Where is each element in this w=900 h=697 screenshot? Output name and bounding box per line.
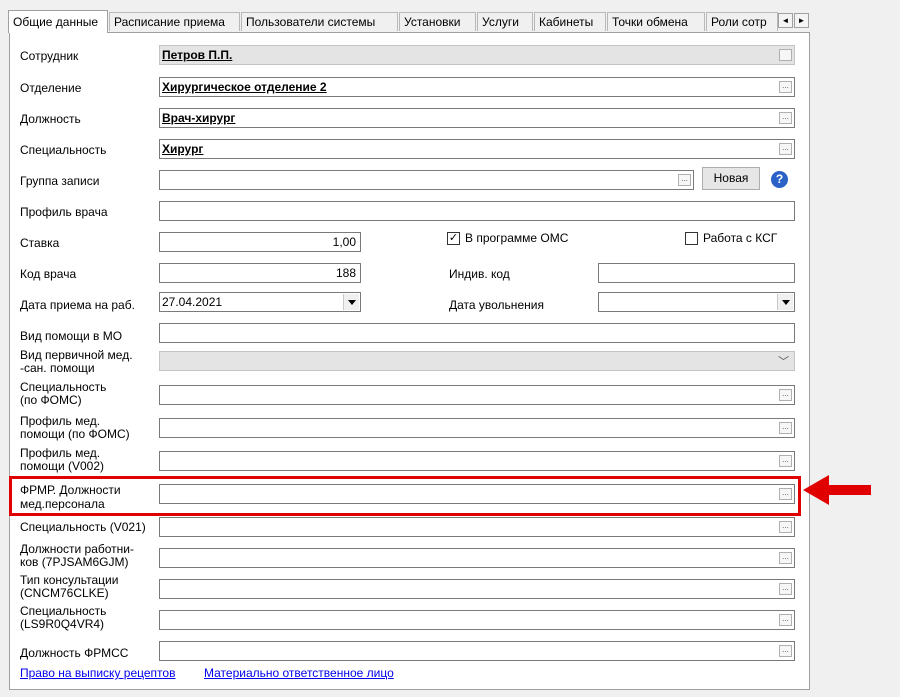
specialty-lookup-button[interactable]: ... [779, 143, 792, 155]
position-value: Врач-хирург [162, 111, 236, 125]
specialty-foms-field[interactable]: ... [159, 385, 795, 405]
doctor-code-label: Код врача [20, 267, 77, 281]
consultation-type-field[interactable]: ... [159, 579, 795, 599]
doctor-code-field[interactable]: 188 [159, 263, 361, 283]
oms-checkbox-label: В программе ОМС [465, 231, 569, 245]
general-data-panel: Сотрудник Петров П.П. Отделение Хирургич… [9, 32, 810, 690]
employee-value: Петров П.П. [162, 48, 233, 62]
aid-type-mo-label: Вид помощи в МО [20, 329, 123, 343]
specialty-ls9-label-line2: (LS9R0Q4VR4) [20, 617, 105, 631]
doctor-profile-field[interactable] [159, 201, 795, 221]
tab-schedule[interactable]: Расписание приема [109, 12, 240, 31]
specialty-ls9-lookup-button[interactable]: ... [779, 614, 792, 626]
primary-aid-type-select[interactable]: ﹀ [159, 351, 795, 371]
primary-aid-type-label-line2: -сан. помощи [20, 361, 95, 375]
department-lookup-button[interactable]: ... [779, 81, 792, 93]
doctor-profile-label: Профиль врача [20, 205, 108, 219]
doctor-code-value: 188 [335, 266, 356, 280]
dismissal-date-field[interactable] [598, 292, 795, 312]
frmr-position-lookup-button[interactable]: ... [779, 488, 792, 500]
hire-date-dropdown-icon[interactable] [343, 294, 359, 310]
new-button[interactable]: Новая [702, 167, 760, 190]
chevron-down-icon[interactable]: ﹀ [778, 353, 789, 369]
record-group-lookup-button[interactable]: ... [678, 174, 691, 186]
department-label: Отделение [20, 81, 82, 95]
help-icon[interactable]: ? [771, 171, 788, 188]
consultation-type-label-line2: (CNCM76CLKE) [20, 586, 109, 600]
department-field[interactable]: Хирургическое отделение 2 ... [159, 77, 795, 97]
employee-lookup-button[interactable] [779, 49, 792, 61]
tab-employee-roles[interactable]: Роли сотр [706, 12, 778, 31]
frmr-position-field[interactable]: ... [159, 484, 795, 504]
position-field[interactable]: Врач-хирург ... [159, 108, 795, 128]
aid-type-mo-field[interactable] [159, 323, 795, 343]
rate-label: Ставка [20, 236, 60, 250]
frmr-position-label-line2: мед.персонала [20, 497, 105, 511]
responsible-person-link[interactable]: Материально ответственное лицо [204, 666, 394, 680]
worker-positions-lookup-button[interactable]: ... [779, 552, 792, 564]
hire-date-value: 27.04.2021 [162, 295, 223, 309]
oms-checkbox[interactable]: ✓ [447, 232, 460, 245]
specialty-ls9-field[interactable]: ... [159, 610, 795, 630]
position-lookup-button[interactable]: ... [779, 112, 792, 124]
aid-profile-foms-lookup-button[interactable]: ... [779, 422, 792, 434]
specialty-v021-lookup-button[interactable]: ... [779, 521, 792, 533]
ksg-checkbox-label: Работа с КСГ [703, 231, 778, 245]
rate-value: 1,00 [332, 235, 356, 249]
prescription-right-link[interactable]: Право на выписку рецептов [20, 666, 175, 680]
ksg-checkbox[interactable] [685, 232, 698, 245]
specialty-v021-field[interactable]: ... [159, 517, 795, 537]
tab-rooms[interactable]: Кабинеты [534, 12, 606, 31]
employee-label: Сотрудник [20, 49, 79, 63]
employee-field[interactable]: Петров П.П. [159, 45, 795, 65]
specialty-foms-lookup-button[interactable]: ... [779, 389, 792, 401]
department-value: Хирургическое отделение 2 [162, 80, 327, 94]
frmss-position-field[interactable]: ... [159, 641, 795, 661]
aid-profile-v002-lookup-button[interactable]: ... [779, 455, 792, 467]
rate-field[interactable]: 1,00 [159, 232, 361, 252]
specialty-foms-label-line2: (по ФОМС) [20, 393, 82, 407]
tab-system-users[interactable]: Пользователи системы [241, 12, 398, 31]
tab-scroll-right-icon[interactable]: ► [794, 13, 809, 28]
position-label: Должность [20, 112, 81, 126]
frmr-position-label-line1: ФРМР. Должности [20, 483, 121, 497]
specialty-v021-label: Специальность (V021) [20, 520, 146, 534]
hire-date-field[interactable]: 27.04.2021 [159, 292, 361, 312]
specialty-value: Хирург [162, 142, 204, 156]
aid-profile-v002-label-line2: помощи (V002) [20, 459, 105, 473]
aid-profile-foms-field[interactable]: ... [159, 418, 795, 438]
record-group-field[interactable]: ... [159, 170, 694, 190]
tab-exchange-points[interactable]: Точки обмена [607, 12, 705, 31]
aid-profile-v002-field[interactable]: ... [159, 451, 795, 471]
hire-date-label: Дата приема на раб. [20, 298, 135, 312]
red-arrow-icon [803, 475, 871, 505]
tab-scroll-left-icon[interactable]: ◄ [778, 13, 793, 28]
individual-code-label: Индив. код [449, 267, 510, 281]
tab-services[interactable]: Услуги [477, 12, 533, 31]
record-group-label: Группа записи [20, 174, 100, 188]
aid-profile-foms-label-line2: помощи (по ФОМС) [20, 427, 130, 441]
tab-settings[interactable]: Установки [399, 12, 476, 31]
specialty-field[interactable]: Хирург ... [159, 139, 795, 159]
worker-positions-field[interactable]: ... [159, 548, 795, 568]
frmss-position-lookup-button[interactable]: ... [779, 645, 792, 657]
individual-code-field[interactable] [598, 263, 795, 283]
consultation-type-lookup-button[interactable]: ... [779, 583, 792, 595]
worker-positions-label-line2: ков (7PJSAM6GJM) [20, 555, 129, 569]
specialty-label: Специальность [20, 143, 107, 157]
tab-bar: Общие данные Расписание приема Пользоват… [8, 10, 810, 33]
dismissal-date-label: Дата увольнения [449, 298, 544, 312]
dismissal-date-dropdown-icon[interactable] [777, 294, 793, 310]
frmss-position-label: Должность ФРМСС [20, 646, 129, 660]
tab-general[interactable]: Общие данные [8, 10, 108, 33]
